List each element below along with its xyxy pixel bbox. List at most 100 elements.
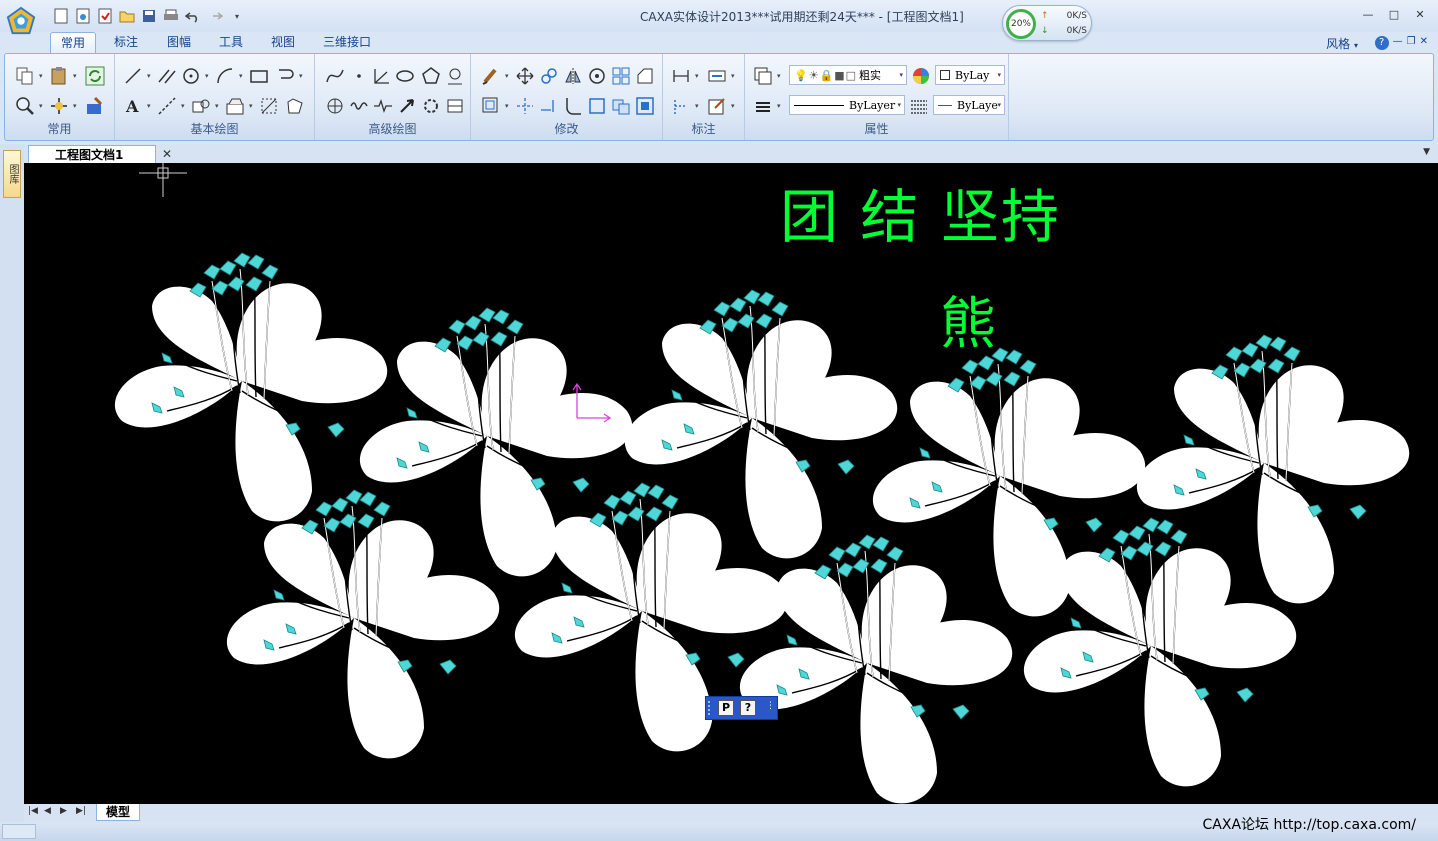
spline-icon[interactable] (325, 66, 345, 86)
prev-sheet-icon[interactable]: ◀ (44, 806, 51, 816)
toolbar-options-icon[interactable]: ⋮ (766, 701, 775, 711)
rectangle-icon[interactable] (249, 66, 269, 86)
tab-tools[interactable]: 工具 (209, 32, 253, 54)
tab-view[interactable]: 视图 (261, 32, 305, 54)
arc-icon[interactable] (215, 66, 235, 86)
new-file-icon[interactable] (52, 7, 70, 25)
angle-line-icon[interactable] (371, 66, 391, 86)
tab-annotate[interactable]: 标注 (104, 32, 148, 54)
tab-common[interactable]: 常用 (50, 32, 97, 54)
properties-brush-icon[interactable] (85, 96, 105, 116)
centerline-icon[interactable] (275, 66, 295, 86)
chamfer-icon[interactable] (587, 96, 607, 116)
first-sheet-icon[interactable]: |◀ (28, 806, 38, 816)
status-bar-grip[interactable] (2, 824, 36, 839)
drawing-title-text: 团 结 坚持 (780, 183, 1061, 251)
doc-minimize-icon[interactable]: — (1393, 36, 1403, 50)
library-panel-tab[interactable]: 图库 (3, 150, 21, 198)
undo-icon[interactable] (184, 7, 202, 25)
gear-icon[interactable] (421, 96, 441, 116)
save-icon[interactable] (140, 7, 158, 25)
delete-icon[interactable] (481, 66, 501, 86)
group-annotate: ▾ ▾ ▾ ▾ 标注 (663, 54, 745, 140)
coordinate-dim-icon[interactable] (671, 96, 691, 116)
stretch-icon[interactable] (635, 66, 655, 86)
lineweight-icon[interactable] (909, 96, 929, 116)
offset-icon[interactable] (635, 96, 655, 116)
point-icon[interactable] (349, 66, 369, 86)
move-icon[interactable] (515, 66, 535, 86)
tab-3d-interface[interactable]: 三维接口 (313, 32, 381, 54)
floating-toolbar-p-button[interactable]: P (718, 700, 734, 716)
regen-icon[interactable] (85, 66, 105, 86)
scale-icon[interactable] (481, 96, 501, 116)
layer-manager-icon[interactable] (753, 66, 773, 86)
new-drawing-icon[interactable] (96, 7, 114, 25)
dimension-icon[interactable] (671, 66, 691, 86)
maximize-icon[interactable]: □ (1384, 6, 1404, 22)
hatch-icon[interactable] (225, 96, 245, 116)
color-combo[interactable]: ByLay ▾ (935, 65, 1005, 85)
lineweight-combo[interactable]: ByLaye ▾ (933, 95, 1005, 115)
copy-icon[interactable] (15, 66, 35, 86)
fillet-icon[interactable] (563, 96, 583, 116)
color-wheel-icon[interactable] (911, 66, 931, 86)
edit-annotation-icon[interactable] (707, 96, 727, 116)
copy-move-icon[interactable] (539, 66, 559, 86)
close-icon[interactable]: ✕ (1410, 6, 1430, 22)
doc-restore-icon[interactable]: ❐ (1407, 36, 1416, 50)
linetype-combo[interactable]: ByLayer ▾ (789, 95, 905, 115)
extend-icon[interactable] (539, 96, 559, 116)
polygon-icon[interactable] (421, 66, 441, 86)
ellipse-icon[interactable] (395, 66, 415, 86)
new-3d-icon[interactable] (74, 7, 92, 25)
polygon-region-icon[interactable] (285, 96, 305, 116)
mirror-icon[interactable] (563, 66, 583, 86)
arrow-icon[interactable] (397, 96, 417, 116)
document-tab[interactable]: 工程图文档1 (28, 145, 156, 164)
minimize-icon[interactable]: — (1358, 6, 1378, 22)
floating-toolbar-help-button[interactable]: ? (740, 700, 756, 716)
wave-line-icon[interactable] (349, 96, 369, 116)
print-icon[interactable] (162, 7, 180, 25)
model-sheet-tab[interactable]: 模型 (96, 804, 140, 821)
array-icon[interactable] (611, 66, 631, 86)
last-sheet-icon[interactable]: ▶| (76, 806, 86, 816)
break-line-icon[interactable] (373, 96, 393, 116)
block-insert-icon[interactable] (191, 96, 211, 116)
toolbar-grip-icon[interactable] (708, 701, 712, 715)
rotate-icon[interactable] (587, 66, 607, 86)
tab-sheet[interactable]: 图幅 (157, 32, 201, 54)
window-title: CAXA实体设计2013***试用期还剩24天*** - [工程图文档1] (640, 10, 964, 24)
circle-icon[interactable] (181, 66, 201, 86)
help-icon[interactable]: ? (1374, 36, 1389, 50)
hole-icon[interactable] (325, 96, 345, 116)
group-label-advanced-draw: 高级绘图 (368, 122, 417, 136)
linestyle-icon[interactable] (753, 96, 773, 116)
trim-icon[interactable] (515, 96, 535, 116)
text-icon[interactable]: A (123, 96, 143, 116)
line-icon[interactable] (123, 66, 143, 86)
open-folder-icon[interactable] (118, 7, 136, 25)
hatch-line-icon[interactable] (157, 96, 177, 116)
pan-icon[interactable] (49, 96, 69, 116)
text-annotation-icon[interactable] (707, 66, 727, 86)
fill-region-icon[interactable] (259, 96, 279, 116)
zoom-icon[interactable] (15, 96, 35, 116)
style-menu[interactable]: 风格 ▾ (1326, 35, 1358, 52)
explode-icon[interactable] (611, 96, 631, 116)
doc-close-icon[interactable]: ✕ (1420, 36, 1428, 50)
floating-toolbar[interactable]: P ? ⋮ (705, 696, 778, 720)
bearing-icon[interactable] (445, 96, 465, 116)
linetype-combo-value: ByLayer (849, 98, 896, 112)
redo-icon[interactable] (206, 7, 224, 25)
customize-qat-icon[interactable]: ▾ (228, 7, 246, 25)
close-tab-icon[interactable]: ✕ (162, 147, 172, 161)
next-sheet-icon[interactable]: ▶ (60, 806, 67, 816)
centerline-symbol-icon[interactable] (445, 66, 465, 86)
tab-list-dropdown-icon[interactable]: ▼ (1423, 147, 1430, 157)
flower-6 (226, 489, 500, 760)
paste-icon[interactable] (49, 66, 69, 86)
parallel-line-icon[interactable] (157, 66, 177, 86)
layer-combo[interactable]: 💡☀🔒■□ 粗实 ▾ (789, 65, 907, 85)
